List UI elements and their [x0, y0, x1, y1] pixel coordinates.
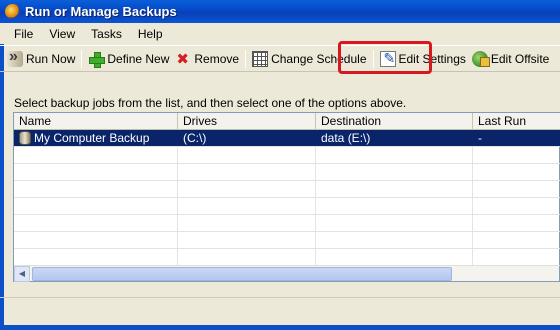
- window-title: Run or Manage Backups: [25, 4, 177, 19]
- toolbar-separator: [372, 49, 374, 68]
- menu-file[interactable]: File: [6, 25, 41, 43]
- toolbar-separator: [81, 49, 83, 68]
- change-schedule-label: Change Schedule: [271, 51, 367, 66]
- run-now-label: Run Now: [26, 51, 76, 66]
- define-new-label: Define New: [107, 51, 170, 66]
- scroll-thumb[interactable]: [32, 266, 452, 281]
- horizontal-scrollbar[interactable]: ◀: [14, 265, 559, 282]
- app-icon: [5, 4, 20, 19]
- column-header-destination[interactable]: Destination: [316, 113, 473, 130]
- scroll-left-icon[interactable]: ◀: [14, 265, 30, 282]
- cell-drives: (C:\): [178, 130, 316, 146]
- divider: [0, 297, 560, 298]
- title-bar[interactable]: Run or Manage Backups: [0, 0, 560, 23]
- edit-settings-icon: [379, 50, 396, 67]
- empty-row: [14, 164, 560, 181]
- menu-bar: File View Tasks Help: [0, 23, 560, 44]
- edit-offsite-label: Edit Offsite: [490, 51, 550, 66]
- column-header-last-run[interactable]: Last Run: [473, 113, 560, 130]
- column-header-drives[interactable]: Drives: [178, 113, 316, 130]
- offsite-icon: [471, 50, 490, 67]
- instructions-text: Select backup jobs from the list, and th…: [14, 96, 407, 110]
- menu-help[interactable]: Help: [130, 25, 171, 43]
- menu-view[interactable]: View: [41, 25, 83, 43]
- job-name: My Computer Backup: [34, 131, 150, 145]
- edit-offsite-button[interactable]: Edit Offsite: [469, 48, 552, 70]
- define-new-button[interactable]: Define New: [85, 48, 172, 70]
- remove-label: Remove: [194, 51, 240, 66]
- empty-row: [14, 198, 560, 215]
- empty-row: [14, 147, 560, 164]
- empty-row: [14, 181, 560, 198]
- run-now-button[interactable]: Run Now: [4, 48, 78, 70]
- empty-row: [14, 249, 560, 266]
- backup-job-icon: [19, 131, 31, 145]
- cell-name: My Computer Backup: [14, 130, 178, 146]
- table-row[interactable]: My Computer Backup (C:\) data (E:\) -: [14, 130, 560, 147]
- toolbar-separator: [245, 49, 247, 68]
- edit-settings-label: Edit Settings: [398, 51, 466, 66]
- window-frame-bottom: [0, 325, 560, 330]
- empty-row: [14, 215, 560, 232]
- menu-tasks[interactable]: Tasks: [83, 25, 130, 43]
- change-schedule-button[interactable]: Change Schedule: [249, 48, 369, 70]
- backup-jobs-list[interactable]: Name Drives Destination Last Run My Comp…: [13, 112, 560, 282]
- plus-icon: [88, 51, 106, 68]
- calendar-icon: [252, 50, 269, 67]
- list-body: My Computer Backup (C:\) data (E:\) -: [14, 130, 560, 266]
- list-header: Name Drives Destination Last Run: [14, 113, 560, 130]
- toolbar: Run Now Define New Remove Change Schedul…: [0, 45, 560, 72]
- run-now-icon: [7, 48, 23, 67]
- remove-icon: [175, 50, 191, 68]
- cell-destination: data (E:\): [316, 130, 473, 146]
- empty-row: [14, 232, 560, 249]
- column-header-name[interactable]: Name: [14, 113, 178, 130]
- remove-button[interactable]: Remove: [172, 48, 242, 70]
- edit-settings-button[interactable]: Edit Settings: [377, 48, 469, 70]
- cell-last-run: -: [478, 131, 482, 145]
